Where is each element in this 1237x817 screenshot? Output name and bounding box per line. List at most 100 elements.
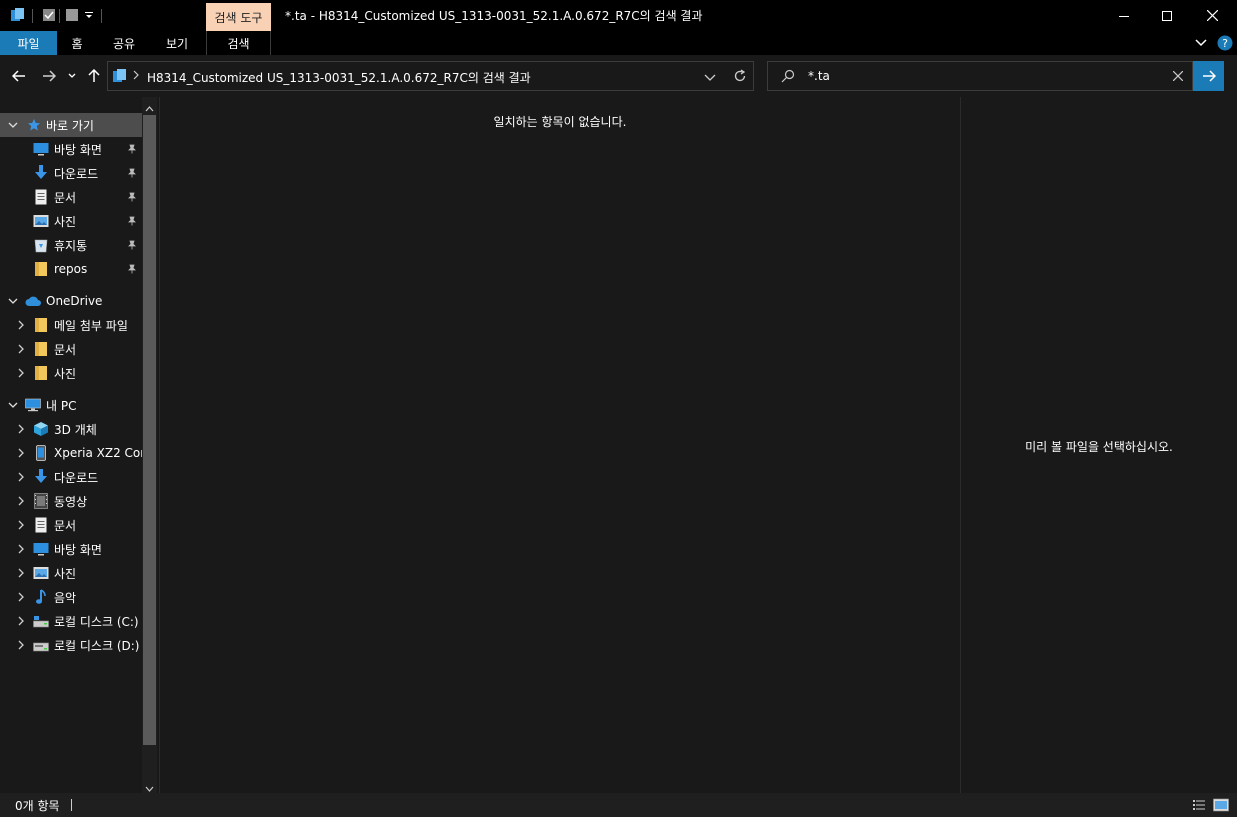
chevron-right-icon[interactable]	[15, 633, 27, 657]
chevron-right-icon[interactable]	[15, 465, 27, 489]
computer-icon	[25, 397, 41, 413]
search-box[interactable]	[767, 61, 1193, 91]
cube-icon	[33, 421, 49, 437]
nav-pictures-quick[interactable]: 사진	[0, 209, 142, 233]
nav-pc-drive-d[interactable]: 로컬 디스크 (D:)	[0, 633, 142, 657]
nav-pc-3d-objects[interactable]: 3D 개체	[0, 417, 142, 441]
film-icon	[33, 493, 49, 509]
tab-file[interactable]: 파일	[0, 31, 57, 55]
nav-pc-xperia[interactable]: Xperia XZ2 Compact	[0, 441, 142, 465]
maximize-button[interactable]	[1144, 0, 1190, 31]
pin-icon	[125, 214, 139, 228]
help-icon[interactable]: ?	[1216, 31, 1234, 55]
chevron-right-icon[interactable]	[15, 489, 27, 513]
file-list-area[interactable]: 일치하는 항목이 없습니다.	[160, 97, 960, 793]
cloud-icon	[25, 293, 41, 309]
nav-desktop-quick[interactable]: 바탕 화면	[0, 137, 142, 161]
refresh-icon[interactable]	[733, 69, 747, 86]
up-button[interactable]	[84, 66, 104, 86]
empty-results-message: 일치하는 항목이 없습니다.	[493, 115, 627, 129]
nav-pc-pictures[interactable]: 사진	[0, 561, 142, 585]
chevron-down-icon[interactable]	[7, 289, 19, 313]
preview-pane: 미리 볼 파일을 선택하십시오.	[961, 97, 1237, 793]
clear-search-icon[interactable]	[1172, 70, 1184, 84]
drive-icon	[33, 637, 49, 653]
navigation-bar: H8314_Customized US_1313-0031_52.1.A.0.6…	[0, 55, 1237, 97]
phone-icon	[33, 445, 49, 461]
download-icon	[33, 165, 49, 181]
navigation-pane: 바로 가기 바탕 화면 다운로드 문서 사진 휴지통 repos OneDriv…	[0, 97, 157, 793]
star-icon	[26, 117, 42, 133]
nav-pc-downloads[interactable]: 다운로드	[0, 465, 142, 489]
back-button[interactable]	[9, 66, 29, 86]
details-view-icon[interactable]	[1191, 797, 1207, 813]
address-dropdown-icon[interactable]	[704, 71, 716, 85]
nav-pc-drive-c[interactable]: 로컬 디스크 (C:)	[0, 609, 142, 633]
nav-pc-videos[interactable]: 동영상	[0, 489, 142, 513]
expand-ribbon-icon[interactable]	[1193, 31, 1209, 55]
item-count: 0개 항목	[15, 799, 60, 813]
window-title: *.ta - H8314_Customized US_1313-0031_52.…	[285, 9, 703, 23]
scroll-up-icon[interactable]	[145, 101, 154, 115]
explorer-icon	[10, 6, 26, 24]
search-input[interactable]	[808, 67, 1148, 85]
nav-documents-quick[interactable]: 문서	[0, 185, 142, 209]
desktop-icon	[33, 541, 49, 557]
tab-home[interactable]: 홈	[59, 31, 95, 55]
nav-pc-desktop[interactable]: 바탕 화면	[0, 537, 142, 561]
search-go-button[interactable]	[1193, 61, 1224, 91]
minimize-button[interactable]	[1101, 0, 1147, 31]
folder-icon	[33, 261, 49, 277]
nav-quick-access[interactable]: 바로 가기	[0, 113, 142, 137]
chevron-right-icon[interactable]	[15, 361, 27, 385]
recent-locations-button[interactable]	[63, 66, 81, 86]
nav-pc-documents[interactable]: 문서	[0, 513, 142, 537]
scrollbar-thumb[interactable]	[143, 115, 156, 745]
nav-onedrive-pictures[interactable]: 사진	[0, 361, 142, 385]
nav-repos-quick[interactable]: repos	[0, 257, 142, 281]
navigation-scrollbar[interactable]	[142, 97, 157, 793]
pin-icon	[125, 190, 139, 204]
pictures-icon	[33, 213, 49, 229]
chevron-down-icon[interactable]	[7, 113, 19, 137]
chevron-right-icon[interactable]	[15, 513, 27, 537]
new-folder-icon[interactable]	[65, 6, 79, 24]
chevron-down-icon[interactable]	[7, 393, 19, 417]
large-icons-view-icon[interactable]	[1213, 797, 1229, 813]
pin-icon	[125, 166, 139, 180]
tab-view[interactable]: 보기	[157, 31, 197, 55]
chevron-right-icon[interactable]	[15, 609, 27, 633]
document-icon	[33, 189, 49, 205]
chevron-right-icon[interactable]	[15, 561, 27, 585]
svg-text:?: ?	[1222, 37, 1228, 50]
search-results-icon	[112, 68, 128, 87]
nav-onedrive[interactable]: OneDrive	[0, 289, 142, 313]
forward-button[interactable]	[39, 66, 59, 86]
nav-onedrive-documents[interactable]: 문서	[0, 337, 142, 361]
chevron-right-icon[interactable]	[15, 537, 27, 561]
nav-onedrive-attachments[interactable]: 메일 첨부 파일	[0, 313, 142, 337]
nav-recycle-bin-quick[interactable]: 휴지통	[0, 233, 142, 257]
close-button[interactable]	[1189, 0, 1235, 31]
chevron-right-icon[interactable]	[15, 313, 27, 337]
chevron-right-icon[interactable]	[15, 441, 27, 465]
pin-icon	[125, 142, 139, 156]
drive-icon	[33, 613, 49, 629]
properties-icon[interactable]	[42, 6, 56, 24]
nav-downloads-quick[interactable]: 다운로드	[0, 161, 142, 185]
preview-message: 미리 볼 파일을 선택하십시오.	[1025, 440, 1173, 454]
chevron-right-icon[interactable]	[15, 417, 27, 441]
customize-toolbar-icon[interactable]	[84, 6, 94, 24]
tab-search[interactable]: 검색	[206, 31, 271, 55]
address-path[interactable]: H8314_Customized US_1313-0031_52.1.A.0.6…	[147, 69, 531, 86]
chevron-right-icon[interactable]	[15, 585, 27, 609]
document-icon	[33, 517, 49, 533]
download-icon	[33, 469, 49, 485]
nav-pc-music[interactable]: 음악	[0, 585, 142, 609]
breadcrumb-chevron-icon[interactable]	[132, 69, 140, 84]
chevron-right-icon[interactable]	[15, 337, 27, 361]
nav-this-pc[interactable]: 내 PC	[0, 393, 142, 417]
folder-icon	[33, 341, 49, 357]
tab-share[interactable]: 공유	[104, 31, 144, 55]
address-bar[interactable]: H8314_Customized US_1313-0031_52.1.A.0.6…	[107, 61, 754, 91]
